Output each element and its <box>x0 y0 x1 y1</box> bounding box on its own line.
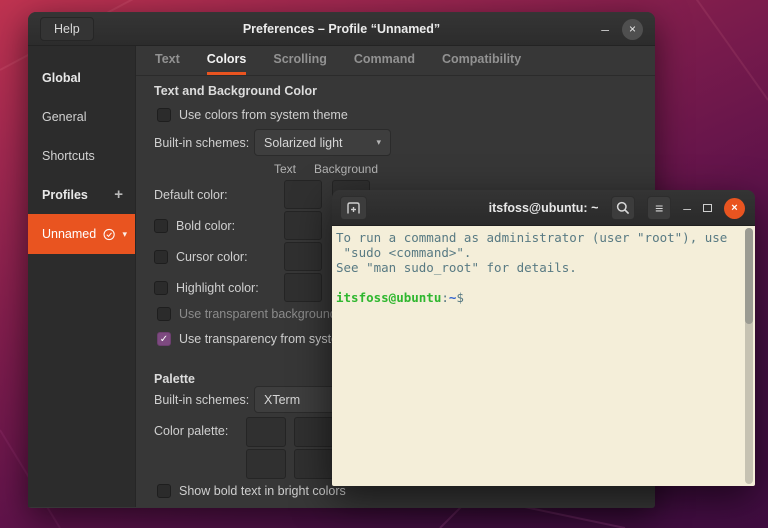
profiles-label: Profiles <box>42 187 88 202</box>
sidebar-item-general[interactable]: General <box>28 97 135 136</box>
new-tab-button[interactable] <box>340 195 367 220</box>
use-system-theme-checkbox[interactable] <box>157 108 171 122</box>
builtin-schemes-value: Solarized light <box>264 135 343 150</box>
terminal-prompt: itsfoss@ubuntu:~$ <box>336 290 741 305</box>
sidebar-item-shortcuts[interactable]: Shortcuts <box>28 136 135 175</box>
menu-button[interactable]: ≡ <box>647 196 672 220</box>
preferences-titlebar[interactable]: Help Preferences – Profile “Unnamed” – × <box>28 12 655 46</box>
use-system-transparency-checkbox[interactable]: ✓ <box>157 332 171 346</box>
palette-swatch-0[interactable] <box>246 417 286 447</box>
use-system-transparency-label: Use transparency from system <box>179 332 349 346</box>
terminal-output-line: See "man sudo_root" for details. <box>336 260 577 275</box>
profile-tabs: Text Colors Scrolling Command Compatibil… <box>136 46 655 76</box>
column-header-background: Background <box>313 162 379 176</box>
bold-color-label: Bold color: <box>176 219 236 233</box>
preferences-sidebar: Global General Shortcuts Profiles + Unna… <box>28 46 136 507</box>
builtin-schemes-dropdown[interactable]: Solarized light ▾ <box>254 129 391 156</box>
show-bold-bright-row: Show bold text in bright colors <box>157 483 346 499</box>
sidebar-item-global[interactable]: Global <box>28 58 135 97</box>
use-transparent-background-row: Use transparent background <box>157 306 337 322</box>
use-transparent-background-label: Use transparent background <box>179 307 337 321</box>
profile-name-label: Unnamed <box>42 227 97 241</box>
column-header-text: Text <box>273 162 296 176</box>
search-button[interactable] <box>611 196 636 220</box>
terminal-close-button[interactable]: × <box>724 197 745 219</box>
chevron-down-icon: ▾ <box>376 137 381 147</box>
sidebar-item-profile-unnamed[interactable]: Unnamed ▾ <box>28 214 135 254</box>
highlight-color-label: Highlight color: <box>176 281 259 295</box>
tab-compatibility[interactable]: Compatibility <box>442 46 521 75</box>
help-button[interactable]: Help <box>40 16 94 41</box>
cursor-color-label: Cursor color: <box>176 250 248 264</box>
close-button[interactable]: × <box>622 18 643 40</box>
terminal-close-icon: × <box>731 202 738 214</box>
show-bold-bright-checkbox[interactable] <box>157 484 171 498</box>
color-palette-label: Color palette: <box>154 424 229 438</box>
terminal-output-line: To run a command as administrator (user … <box>336 230 728 245</box>
prompt-dollar: $ <box>456 290 464 305</box>
use-system-theme-label: Use colors from system theme <box>179 108 348 122</box>
terminal-output-line: "sudo <command>". <box>336 245 472 260</box>
profile-active-check-icon <box>103 228 115 240</box>
terminal-titlebar[interactable]: itsfoss@ubuntu: ~ ≡ – × <box>332 190 755 226</box>
add-profile-button[interactable]: + <box>114 186 123 203</box>
terminal-minimize-icon[interactable]: – <box>683 201 691 215</box>
tab-text[interactable]: Text <box>155 46 180 75</box>
use-transparent-background-checkbox[interactable] <box>157 307 171 321</box>
bold-color-checkbox[interactable] <box>154 219 168 233</box>
section-palette: Palette <box>154 372 195 386</box>
terminal-maximize-icon[interactable] <box>703 204 712 212</box>
sidebar-item-profiles: Profiles + <box>28 175 135 214</box>
highlight-text-color-swatch[interactable] <box>284 273 322 302</box>
builtin-schemes-row: Built-in schemes: Solarized light ▾ <box>154 129 391 156</box>
tab-command[interactable]: Command <box>354 46 415 75</box>
hamburger-menu-icon: ≡ <box>655 200 664 216</box>
palette-swatch-2[interactable] <box>246 449 286 479</box>
desktop: Help Preferences – Profile “Unnamed” – ×… <box>0 0 768 528</box>
palette-builtin-schemes-label: Built-in schemes: <box>154 392 250 407</box>
show-bold-bright-label: Show bold text in bright colors <box>179 484 346 498</box>
default-color-label: Default color: <box>154 188 228 202</box>
cursor-color-checkbox[interactable] <box>154 250 168 264</box>
checkmark-icon: ✓ <box>159 333 169 345</box>
terminal-scrollbar-thumb[interactable] <box>745 228 753 324</box>
search-icon <box>617 201 630 215</box>
prompt-colon: : <box>441 290 449 305</box>
preferences-window-title: Preferences – Profile “Unnamed” <box>242 21 441 36</box>
section-text-and-background-color: Text and Background Color <box>154 84 317 98</box>
new-tab-icon <box>347 202 360 214</box>
cursor-text-color-swatch[interactable] <box>284 242 322 271</box>
palette-swatch-1[interactable] <box>294 417 334 447</box>
palette-builtin-schemes-value: XTerm <box>264 392 301 407</box>
close-icon: × <box>628 22 636 36</box>
highlight-color-checkbox[interactable] <box>154 281 168 295</box>
default-text-color-swatch[interactable] <box>284 180 322 209</box>
terminal-window: itsfoss@ubuntu: ~ ≡ – × To run a command… <box>332 190 755 486</box>
prompt-user-host: itsfoss@ubuntu <box>336 290 442 305</box>
use-system-transparency-row: ✓ Use transparency from system <box>157 331 349 347</box>
tab-scrolling[interactable]: Scrolling <box>273 46 326 75</box>
use-system-theme-row: Use colors from system theme <box>157 107 348 123</box>
builtin-schemes-label: Built-in schemes: <box>154 135 250 150</box>
terminal-screen[interactable]: To run a command as administrator (user … <box>332 226 755 486</box>
bold-color-swatch[interactable] <box>284 211 322 240</box>
palette-swatch-3[interactable] <box>294 449 334 479</box>
minimize-icon[interactable]: – <box>601 22 609 36</box>
terminal-scrollbar[interactable] <box>745 228 753 484</box>
tab-colors[interactable]: Colors <box>206 46 247 75</box>
profile-menu-caret-icon[interactable]: ▾ <box>122 229 127 240</box>
